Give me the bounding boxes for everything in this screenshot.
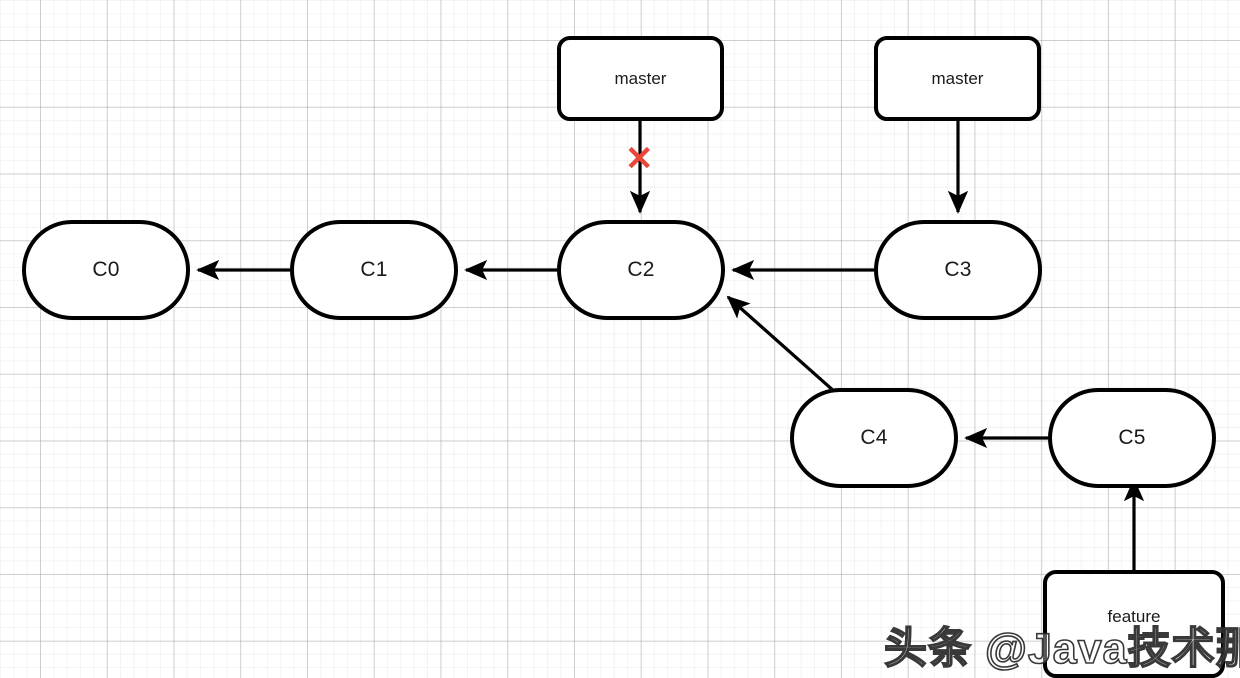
commit-node-c5[interactable]: C5 [1048, 388, 1216, 488]
commit-node-c0-label: C0 [92, 258, 120, 281]
watermark-text: 头条 @Java技术那些事 [883, 624, 1240, 674]
commit-node-c3-label: C3 [944, 258, 972, 281]
commit-node-c0[interactable]: C0 [22, 220, 190, 320]
branch-label-master-left[interactable]: master [557, 36, 724, 121]
commit-node-c1-label: C1 [360, 258, 388, 281]
commit-node-c3[interactable]: C3 [874, 220, 1042, 320]
branch-label-master-right[interactable]: master [874, 36, 1041, 121]
branch-label-master-right-text: master [931, 68, 984, 88]
branch-label-master-left-text: master [614, 68, 667, 88]
commit-node-c1[interactable]: C1 [290, 220, 458, 320]
commit-node-c2[interactable]: C2 [557, 220, 725, 320]
commit-node-c4[interactable]: C4 [790, 388, 958, 488]
cross-out-icon: ✕ [625, 140, 654, 178]
commit-node-c5-label: C5 [1118, 426, 1146, 449]
commit-node-c2-label: C2 [627, 258, 655, 281]
commit-node-c4-label: C4 [860, 426, 888, 449]
diagram-canvas: C0 C1 C2 C3 C4 C5 master master feature … [0, 0, 1240, 678]
edge-c4-to-c2 [726, 295, 837, 394]
